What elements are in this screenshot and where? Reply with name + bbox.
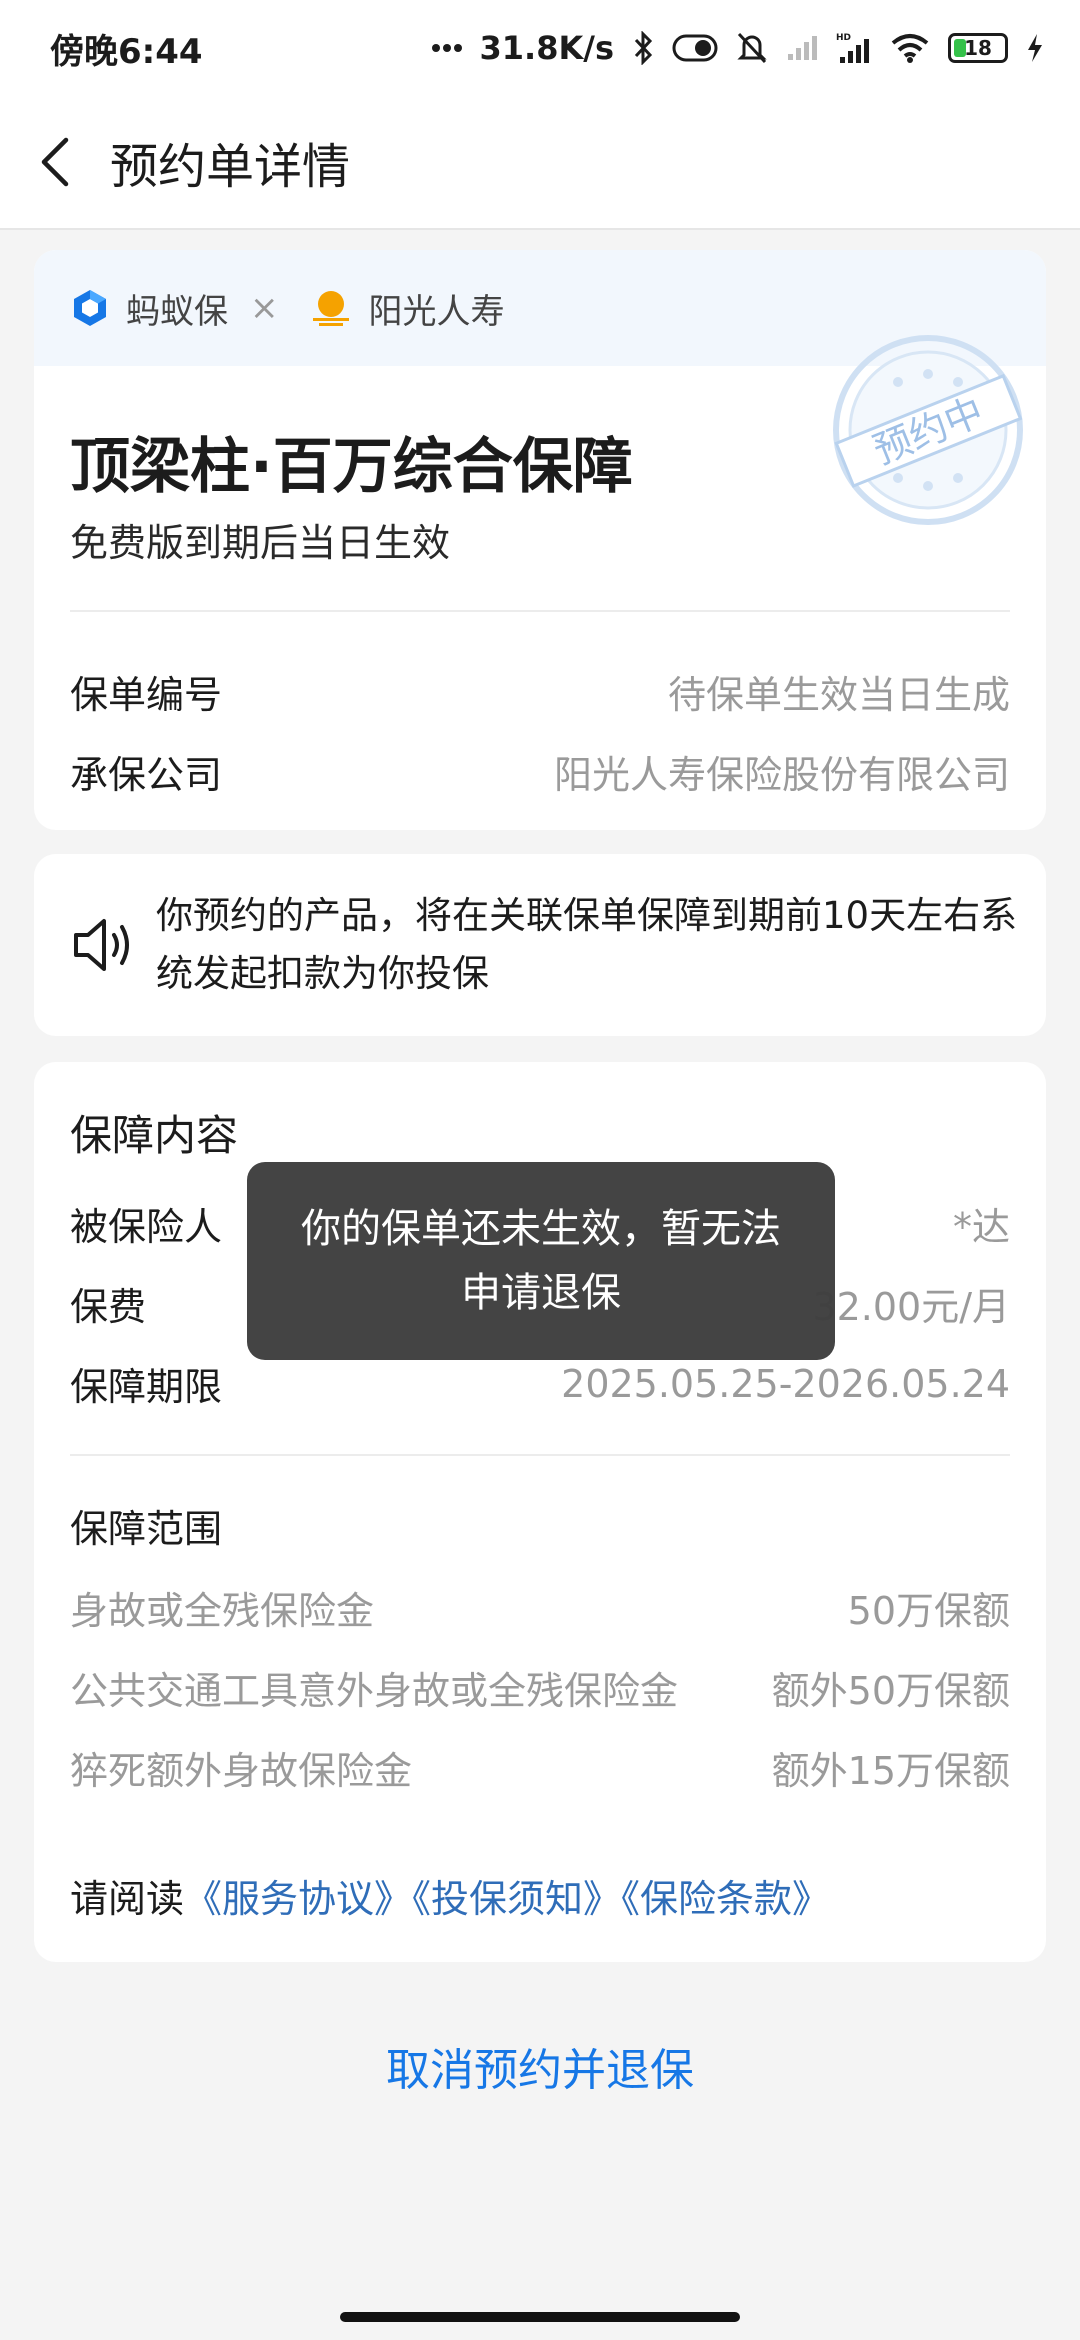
scope-row: 猝死额外身故保险金 额外15万保额 — [70, 1740, 1010, 1795]
back-button[interactable] — [0, 95, 110, 229]
period-label: 保障期限 — [70, 1365, 223, 1409]
insurance-notice-link[interactable]: 《投保须知》 — [412, 1877, 621, 1921]
coverage-title: 保障内容 — [70, 1111, 239, 1160]
toast-message: 你的保单还未生效，暂无法 申请退保 — [247, 1162, 835, 1360]
insurer-row: 承保公司 阳光人寿保险股份有限公司 — [70, 744, 1010, 799]
chevron-left-icon — [41, 137, 69, 187]
insured-value: *达 — [952, 1205, 1010, 1249]
status-icons: 31.8K/s HD 18 — [431, 29, 1044, 67]
scope-value: 50万保额 — [847, 1589, 1010, 1633]
mute-icon — [736, 31, 768, 65]
policy-number-value: 待保单生效当日生成 — [667, 673, 1010, 717]
reserved-stamp: 预约中 — [833, 335, 1023, 525]
insurer-name: 阳光人寿 — [368, 291, 505, 332]
divider — [70, 1454, 1010, 1456]
policy-number-label: 保单编号 — [70, 673, 223, 717]
wifi-icon — [890, 33, 930, 63]
bluetooth-icon — [632, 31, 654, 65]
scope-value: 额外15万保额 — [771, 1749, 1010, 1793]
speaker-icon — [74, 919, 129, 971]
platform-name: 蚂蚁保 — [126, 291, 228, 332]
toast-line-2: 申请退保 — [461, 1270, 621, 1316]
scope-title: 保障范围 — [70, 1507, 223, 1551]
premium-value: 32.00元/月 — [812, 1285, 1010, 1329]
toggle-icon — [672, 34, 718, 62]
notice-text: 你预约的产品，将在关联保单保障到期前10天左右系统发起扣款为你投保 — [156, 894, 1018, 995]
product-subtitle: 免费版到期后当日生效 — [70, 521, 451, 565]
battery-level: 18 — [964, 36, 992, 60]
svg-text:HD: HD — [836, 33, 851, 43]
premium-label: 保费 — [70, 1285, 147, 1329]
period-value: 2025.05.25-2026.05.24 — [561, 1361, 1010, 1406]
scope-row: 公共交通工具意外身故或全残保险金 额外50万保额 — [70, 1660, 1010, 1715]
insurer-brand: 阳光人寿 — [309, 284, 505, 333]
period-row: 保障期限 2025.05.25-2026.05.24 — [70, 1356, 1010, 1411]
policy-number-row: 保单编号 待保单生效当日生成 — [70, 664, 1010, 719]
insurer-label: 承保公司 — [70, 753, 223, 797]
status-time: 傍晚6:44 — [50, 31, 203, 72]
page-title: 预约单详情 — [110, 139, 351, 195]
read-prefix: 请阅读 — [70, 1877, 185, 1921]
policy-terms-link[interactable]: 《保险条款》 — [621, 1877, 830, 1921]
dots-icon — [431, 43, 462, 53]
status-bar: 傍晚6:44 31.8K/s HD 18 — [0, 0, 1080, 96]
home-indicator[interactable] — [340, 2312, 740, 2322]
battery-icon: 18 — [948, 33, 1008, 63]
scope-value: 额外50万保额 — [771, 1669, 1010, 1713]
signal-icon — [786, 34, 818, 62]
product-title: 顶梁柱·百万综合保障 — [70, 432, 633, 502]
product-card: 蚂蚁保 × 阳光人寿 预约中 顶梁柱·百万综合保障 免费版到期后当日生效 保单编… — [34, 250, 1046, 830]
charging-icon — [1026, 33, 1044, 63]
service-agreement-link[interactable]: 《服务协议》 — [184, 1877, 412, 1921]
times-icon: × — [250, 288, 279, 328]
scope-label: 身故或全残保险金 — [70, 1589, 375, 1633]
cancel-reservation-button[interactable]: 取消预约并退保 — [0, 2034, 1080, 2098]
scope-label: 猝死额外身故保险金 — [70, 1749, 413, 1793]
insured-label: 被保险人 — [70, 1205, 223, 1249]
network-speed: 31.8K/s — [479, 29, 614, 67]
sunshine-logo-icon — [312, 291, 349, 326]
nav-header: 预约单详情 — [0, 96, 1080, 230]
divider — [70, 610, 1010, 612]
scope-row: 身故或全残保险金 50万保额 — [70, 1580, 1010, 1635]
scope-label: 公共交通工具意外身故或全残保险金 — [70, 1669, 679, 1713]
agreement-links: 请阅读《服务协议》《投保须知》《保险条款》 — [70, 1868, 830, 1923]
platform-brand: 蚂蚁保 — [70, 284, 228, 333]
notice-card: 你预约的产品，将在关联保单保障到期前10天左右系统发起扣款为你投保 — [34, 854, 1046, 1036]
insurer-value: 阳光人寿保险股份有限公司 — [553, 753, 1010, 797]
antbao-logo-icon — [74, 290, 106, 326]
toast-line-1: 你的保单还未生效，暂无法 — [301, 1206, 781, 1252]
hd-signal-icon: HD — [836, 31, 872, 65]
